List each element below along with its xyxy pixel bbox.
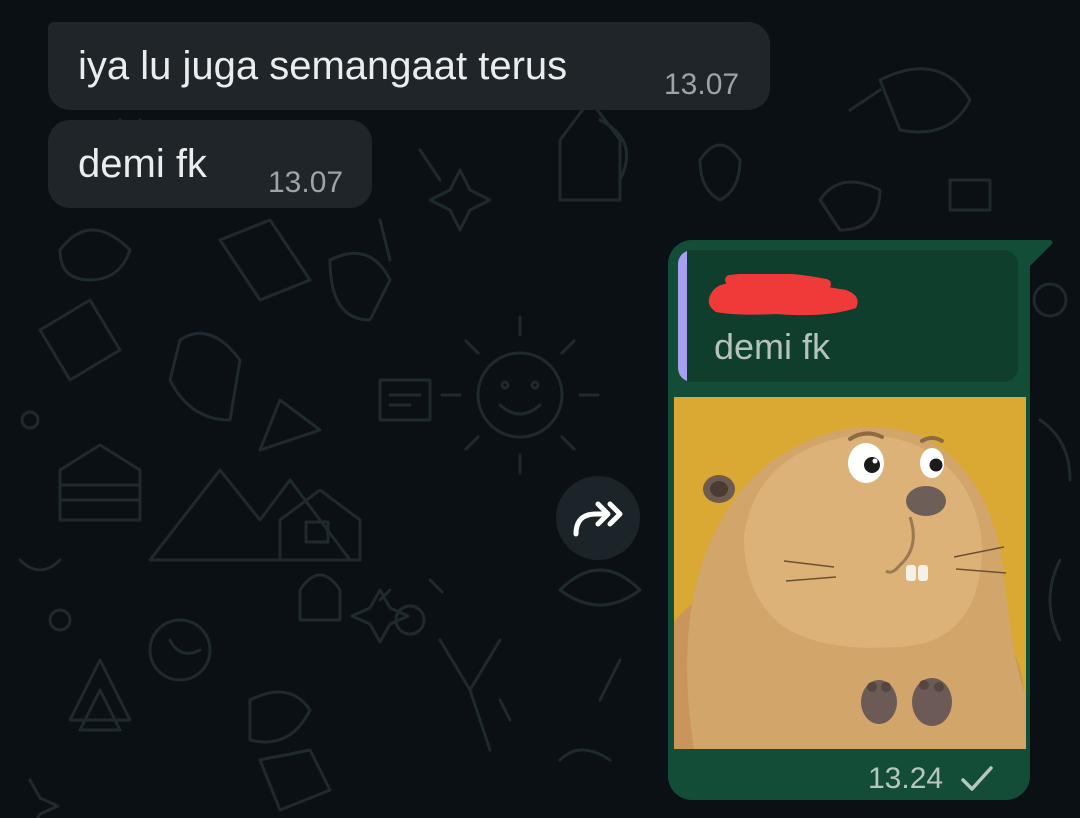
forward-button[interactable]: [556, 476, 640, 560]
beaver-illustration: [674, 397, 1026, 749]
message-time: 13.07: [664, 68, 740, 101]
message-time: 13.07: [268, 166, 344, 199]
forward-arrow-icon: [573, 501, 623, 537]
message-text: demi fk: [78, 142, 207, 186]
quote-accent-bar: [678, 250, 687, 382]
outgoing-message[interactable]: demi fk 13.24: [668, 240, 1030, 800]
single-check-icon: [961, 766, 993, 791]
reply-quote[interactable]: demi fk: [678, 250, 1018, 382]
redacted-sender-name: [708, 274, 858, 316]
sticker-image[interactable]: [674, 397, 1026, 749]
quoted-text: demi fk: [714, 326, 831, 367]
message-text: iya lu juga semangaat terus: [78, 44, 568, 88]
incoming-message[interactable]: demi fk 13.07: [48, 120, 372, 208]
message-time: 13.24: [868, 762, 944, 795]
incoming-message[interactable]: iya lu juga semangaat terus 13.07: [48, 22, 770, 110]
